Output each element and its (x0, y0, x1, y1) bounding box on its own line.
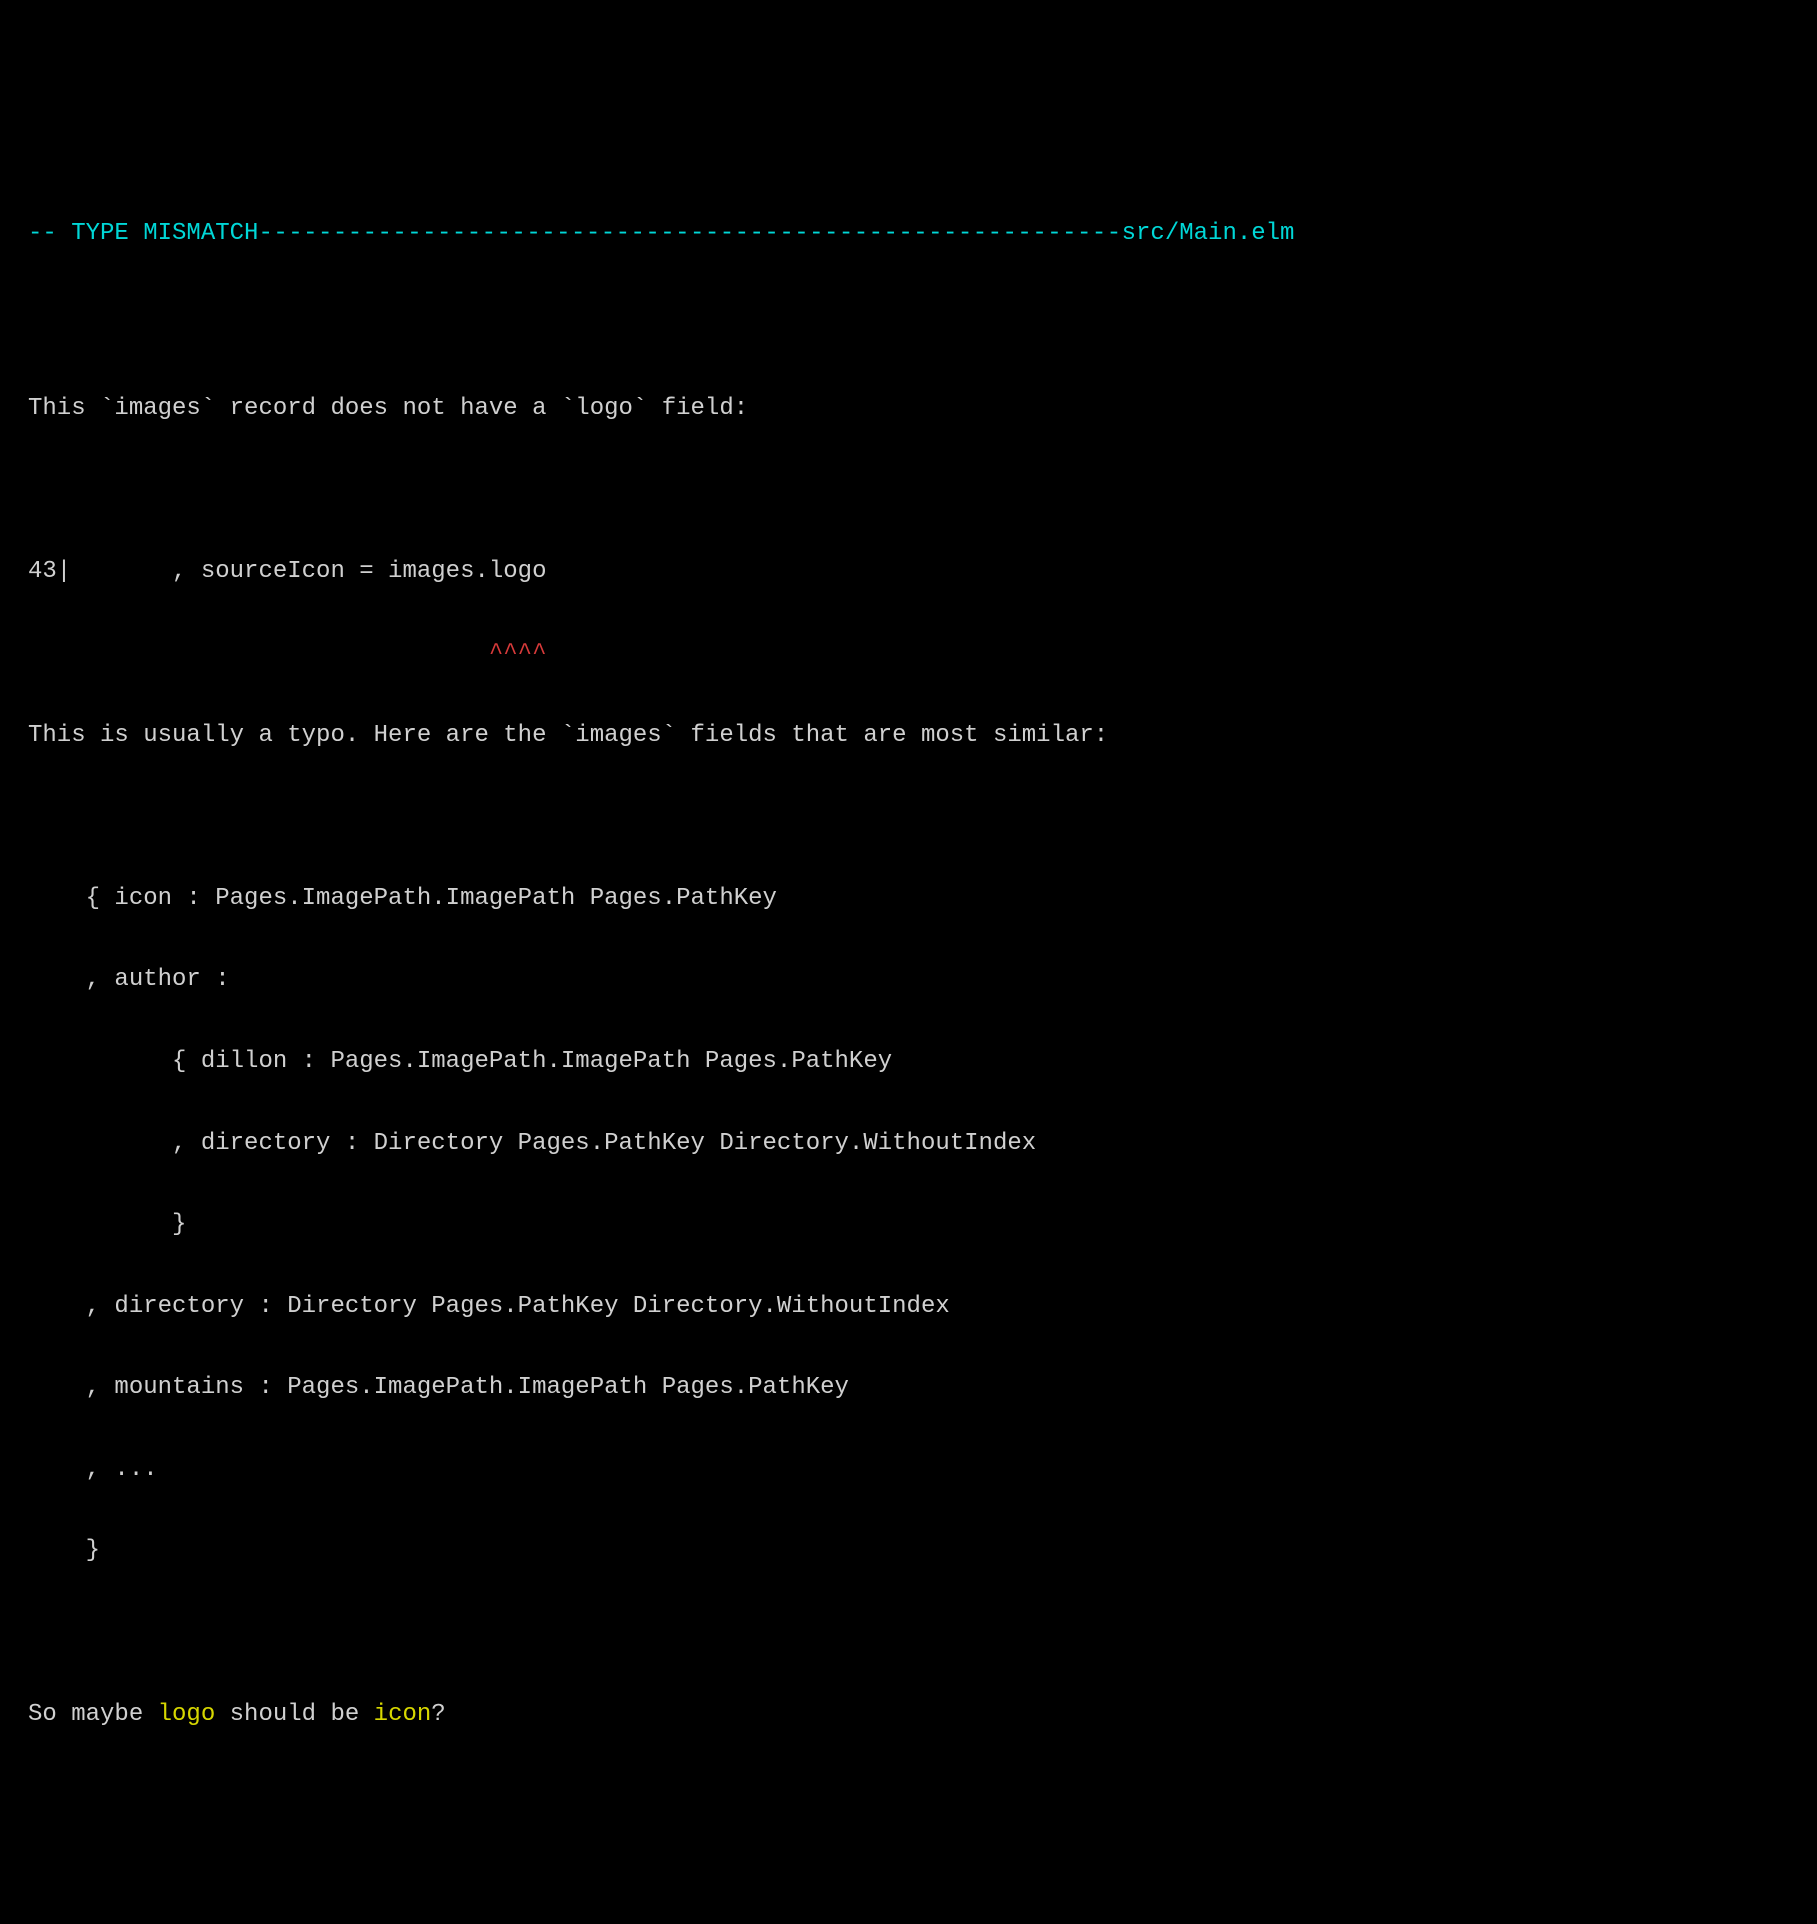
suggestion-suffix: ? (431, 1701, 445, 1728)
record-line: , author : (28, 960, 1789, 1001)
blank-line (28, 471, 1789, 512)
suggestion-prefix: So maybe (28, 1701, 158, 1728)
record-line: } (28, 1531, 1789, 1572)
blank-line (28, 1613, 1789, 1654)
record-line: { dillon : Pages.ImagePath.ImagePath Pag… (28, 1042, 1789, 1083)
header-separator: ----------------------------------------… (258, 214, 1121, 255)
error-suggestion: So maybe logo should be icon? (28, 1695, 1789, 1736)
record-line: , directory : Directory Pages.PathKey Di… (28, 1287, 1789, 1328)
error-type-label: -- TYPE MISMATCH (28, 214, 258, 255)
record-line: , directory : Directory Pages.PathKey Di… (28, 1124, 1789, 1165)
error-caret-line: ^^^^ (28, 634, 1789, 675)
error-typo-hint: This is usually a typo. Here are the `im… (28, 716, 1789, 757)
record-line: } (28, 1205, 1789, 1246)
error-code-line: 43| , sourceIcon = images.logo (28, 552, 1789, 593)
suggestion-middle: should be (215, 1701, 373, 1728)
error-file-path: src/Main.elm (1122, 214, 1295, 255)
compiler-error-output: -- TYPE MISMATCH -----------------------… (28, 173, 1789, 1776)
error-intro: This `images` record does not have a `lo… (28, 389, 1789, 430)
record-line: { icon : Pages.ImagePath.ImagePath Pages… (28, 879, 1789, 920)
error-header: -- TYPE MISMATCH -----------------------… (28, 214, 1789, 255)
suggestion-right-word: icon (374, 1701, 432, 1728)
blank-line (28, 308, 1789, 349)
suggestion-wrong-word: logo (158, 1701, 216, 1728)
blank-line (28, 797, 1789, 838)
record-line: , mountains : Pages.ImagePath.ImagePath … (28, 1368, 1789, 1409)
record-line: , ... (28, 1450, 1789, 1491)
